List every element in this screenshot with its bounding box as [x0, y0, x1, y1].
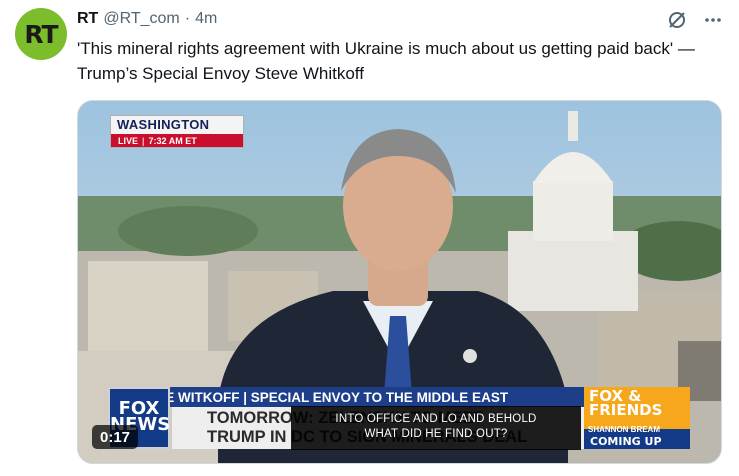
up-next-label: COMING UP — [590, 435, 662, 448]
show-logo-line-2: FRIENDS — [589, 401, 663, 419]
tweet-time[interactable]: 4m — [195, 9, 217, 29]
lower-third-nameplate: STEVE WITKOFF | SPECIAL ENVOY TO THE MID… — [108, 387, 584, 407]
live-label: LIVE — [118, 135, 139, 146]
location-badge: WASHINGTON LIVE | 7:32 AM ET — [110, 115, 244, 148]
live-time: 7:32 AM ET — [148, 135, 197, 146]
author-avatar[interactable]: RT — [15, 8, 67, 60]
caption-line-2: WHAT DID HE FIND OUT? — [364, 428, 508, 440]
avatar-logo-text: RT — [24, 19, 58, 49]
caption-line-1: INTO OFFICE AND LO AND BEHOLD — [335, 413, 537, 425]
header-separator: · — [184, 10, 191, 27]
grok-icon — [669, 12, 685, 28]
tweet-actions — [665, 8, 725, 32]
location-label: WASHINGTON — [117, 117, 210, 132]
video-player[interactable]: WASHINGTON LIVE | 7:32 AM ET STEVE WITKO… — [77, 100, 722, 464]
up-next-host: SHANNON BREAM — [588, 425, 660, 434]
show-logo-panel: FOX & FRIENDS SHANNON BREAM COMING UP — [584, 387, 690, 449]
live-divider: | — [142, 135, 145, 146]
show-logo: FOX & FRIENDS — [589, 389, 663, 419]
author-name[interactable]: RT — [77, 9, 98, 29]
video-timestamp: 0:17 — [92, 425, 139, 449]
live-indicator: LIVE | 7:32 AM ET — [111, 134, 243, 147]
grok-button[interactable] — [665, 8, 689, 32]
more-button[interactable] — [701, 8, 725, 32]
tweet-text: 'This mineral rights agreement with Ukra… — [77, 39, 695, 83]
more-icon — [705, 18, 721, 22]
tweet-header: RT @RT_com · 4m — [77, 9, 217, 29]
closed-caption: INTO OFFICE AND LO AND BEHOLD WHAT DID H… — [291, 406, 581, 450]
author-handle[interactable]: @RT_com — [103, 9, 179, 29]
